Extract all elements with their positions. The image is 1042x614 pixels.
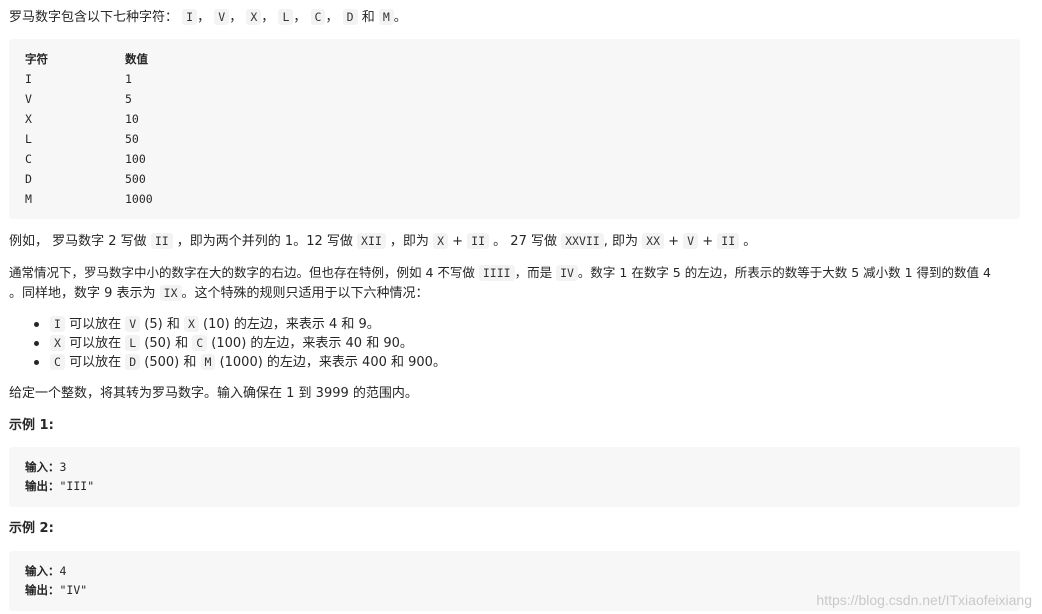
table-row: M 1000	[25, 192, 153, 206]
table-row: V5	[25, 92, 132, 106]
char-l: L	[278, 9, 294, 25]
list-item: C 可以放在 D (500) 和 M (1000) 的左边，来表示 400 和 …	[32, 353, 446, 372]
char-x: X	[246, 9, 262, 25]
example-paragraph: 例如， 罗马数字 2 写做 II ，即为两个并列的 1。12 写做 XII ，即…	[9, 233, 757, 249]
char-d: D	[342, 9, 358, 25]
example-1-block: 输入：3 输出："III"	[9, 447, 1020, 507]
bullet-icon	[34, 322, 39, 327]
char-m: M	[378, 9, 394, 25]
list-item: X 可以放在 L (50) 和 C (100) 的左边，来表示 40 和 90。	[32, 334, 446, 353]
watermark: https://blog.csdn.net/ITxiaofeixiang	[816, 592, 1032, 608]
header-value: 数值	[125, 52, 148, 66]
special-case-paragraph-line1: 通常情况下，罗马数字中小的数字在大的数字的右边。但也存在特例，例如 4 不写做 …	[9, 265, 991, 281]
example-1-title: 示例 1:	[9, 418, 54, 433]
example-2-output: 输出："IV"	[25, 583, 88, 597]
list-item: I 可以放在 V (5) 和 X (10) 的左边，来表示 4 和 9。	[32, 315, 446, 334]
example-1-input: 输入：3	[25, 460, 67, 474]
intro-line: 罗马数字包含以下七种字符： I， V， X， L， C， D 和 M。	[9, 9, 407, 25]
bullet-icon	[34, 360, 39, 365]
task-statement: 给定一个整数，将其转为罗马数字。输入确保在 1 到 3999 的范围内。	[9, 386, 418, 401]
char-c: C	[310, 9, 326, 25]
table-row: X 10	[25, 112, 139, 126]
table-row: D 500	[25, 172, 146, 186]
table-row: C 100	[25, 152, 146, 166]
bullet-icon	[34, 341, 39, 346]
table-row: L 50	[25, 132, 139, 146]
symbol-table: 字符 数值 I1 V5 X 10 L 50 C 100 D 500 M 1000	[9, 39, 1020, 219]
rules-list: I 可以放在 V (5) 和 X (10) 的左边，来表示 4 和 9。 X 可…	[32, 315, 446, 372]
example-2-input: 输入：4	[25, 564, 67, 578]
header-symbol: 字符	[25, 52, 48, 66]
example-2-title: 示例 2:	[9, 521, 54, 536]
table-header: 字符 数值	[25, 49, 148, 69]
intro-text: 罗马数字包含以下七种字符：	[9, 10, 179, 25]
char-v: V	[214, 9, 230, 25]
special-case-paragraph-line2: 。同样地，数字 9 表示为 IX 。这个特殊的规则只适用于以下六种情况：	[9, 285, 429, 301]
example-1-output: 输出："III"	[25, 479, 95, 493]
char-i: I	[182, 9, 198, 25]
table-row: I1	[25, 72, 132, 86]
